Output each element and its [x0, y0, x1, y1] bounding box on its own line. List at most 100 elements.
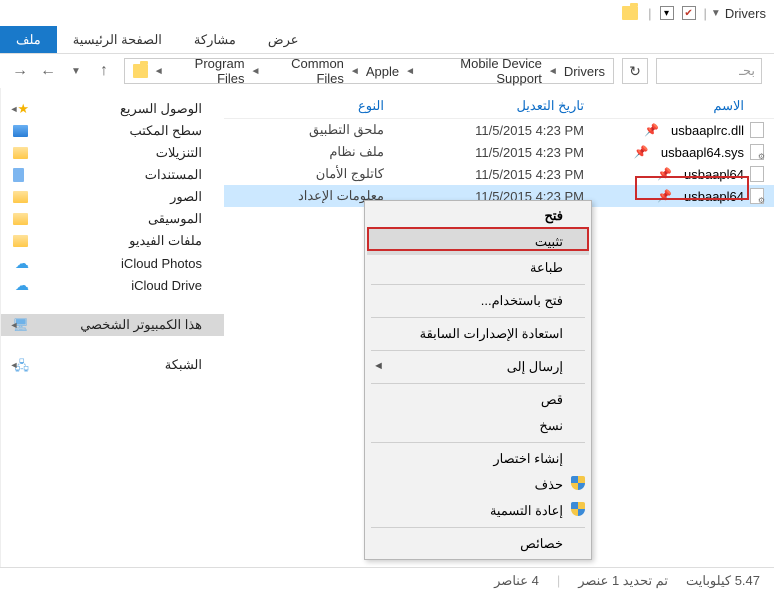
menu-print[interactable]: طباعة [367, 255, 589, 281]
expand-icon[interactable]: ◄ [9, 320, 19, 330]
file-icon [750, 188, 764, 204]
menu-create-shortcut[interactable]: إنشاء اختصار [367, 446, 589, 472]
refresh-button[interactable]: ↻ [622, 58, 648, 84]
context-menu: فتح تثبيت طباعة فتح باستخدام... استعادة … [364, 200, 592, 560]
cloud-icon: ☁ [13, 255, 29, 271]
file-type: ملحق التطبيق [224, 122, 394, 138]
cloud-icon: ☁ [13, 277, 29, 293]
expand-icon[interactable]: ◄ [9, 360, 19, 370]
pin-icon: 📌 [657, 189, 672, 203]
menu-delete[interactable]: حذف [367, 472, 589, 498]
file-row[interactable]: 📌usbaaplrc.dll 11/5/2015 4:23 PM ملحق ال… [224, 119, 774, 141]
column-name[interactable]: الاسم [584, 98, 774, 114]
menu-rename[interactable]: إعادة التسمية [367, 498, 589, 524]
file-date: 11/5/2015 4:23 PM [394, 167, 584, 182]
chevron-down-icon[interactable]: ▼ [711, 8, 721, 19]
menu-properties[interactable]: خصائص [367, 531, 589, 557]
sidebar-videos[interactable]: ملفات الفيديو [1, 230, 224, 252]
menu-send-to[interactable]: إرسال إلى ◄ [367, 354, 589, 380]
sidebar-desktop[interactable]: سطح المكتب [1, 120, 224, 142]
file-row[interactable]: 📌usbaapl64.sys 11/5/2015 4:23 PM ملف نظا… [224, 141, 774, 163]
menu-separator [371, 350, 585, 351]
quickaccess-toggle-1[interactable]: ▾ [660, 6, 674, 20]
breadcrumb[interactable]: ◄ Program Files ◄ Common Files ◄ Apple ◄… [124, 58, 614, 84]
chevron-icon: ◄ [546, 66, 560, 77]
shield-icon [571, 476, 585, 493]
desktop-icon [13, 125, 28, 137]
ribbon-tabs: ملف الصفحة الرئيسية مشاركة عرض [0, 26, 774, 54]
file-name: usbaapl64 [684, 189, 744, 204]
sidebar-quick-access[interactable]: ◄ ★ الوصول السريع [1, 98, 224, 120]
column-headers: الاسم تاريخ التعديل النوع [224, 88, 774, 119]
videos-icon [13, 235, 28, 247]
downloads-icon [13, 147, 28, 159]
pictures-icon [13, 191, 28, 203]
sidebar-documents[interactable]: المستندات [1, 164, 224, 186]
tab-home[interactable]: الصفحة الرئيسية [57, 26, 178, 53]
breadcrumb-part[interactable]: Apple [362, 64, 403, 79]
submenu-arrow-icon: ◄ [373, 360, 384, 372]
column-type[interactable]: النوع [224, 98, 394, 114]
folder-icon [133, 64, 148, 78]
menu-restore-previous[interactable]: استعادة الإصدارات السابقة [367, 321, 589, 347]
history-dropdown[interactable]: ▼ [64, 59, 88, 83]
status-item-count: 4 عناصر [494, 573, 539, 589]
file-name: usbaaplrc.dll [671, 123, 744, 138]
column-date[interactable]: تاريخ التعديل [394, 98, 584, 114]
sidebar-music[interactable]: الموسيقى [1, 208, 224, 230]
menu-separator [371, 284, 585, 285]
pin-icon: 📌 [657, 167, 672, 181]
file-name: usbaapl64.sys [661, 145, 744, 160]
window-title: Drivers [725, 6, 766, 21]
sidebar-icloud-photos[interactable]: ☁ iCloud Photos [1, 252, 224, 274]
sidebar-network[interactable]: ◄ 🖧 الشبكة [1, 354, 224, 376]
navigation-sidebar: ◄ ★ الوصول السريع سطح المكتب التنزيلات ا… [0, 88, 224, 567]
chevron-icon: ◄ [348, 66, 362, 77]
menu-separator [371, 442, 585, 443]
tab-share[interactable]: مشاركة [178, 26, 252, 53]
quickaccess-toggle-2[interactable]: ✔ [682, 6, 696, 20]
file-row[interactable]: 📌 usbaapl64 11/5/2015 4:23 PM كاتلوج الأم… [224, 163, 774, 185]
pin-icon: 📌 [634, 145, 649, 159]
shield-icon [571, 502, 585, 519]
file-list-pane: الاسم تاريخ التعديل النوع 📌usbaaplrc.dll… [224, 88, 774, 567]
music-icon [13, 213, 28, 225]
menu-copy[interactable]: نسخ [367, 413, 589, 439]
file-name: usbaapl64 [684, 167, 744, 182]
navigation-bar: → ← ▼ ↑ ◄ Program Files ◄ Common Files ◄… [0, 54, 774, 88]
forward-button[interactable]: ← [36, 59, 60, 83]
separator: | [557, 573, 560, 588]
sidebar-this-pc[interactable]: ◄ 🖥 هذا الكمبيوتر الشخصي [1, 314, 224, 336]
chevron-icon: ◄ [249, 66, 263, 77]
menu-open-with[interactable]: فتح باستخدام... [367, 288, 589, 314]
sidebar-icloud-drive[interactable]: ☁ iCloud Drive [1, 274, 224, 296]
menu-separator [371, 317, 585, 318]
breadcrumb-part[interactable]: Mobile Device Support [417, 56, 546, 86]
file-date: 11/5/2015 4:23 PM [394, 145, 584, 160]
menu-separator [371, 527, 585, 528]
search-placeholder: بحـ [739, 63, 755, 79]
tab-view[interactable]: عرض [252, 26, 315, 53]
menu-separator [371, 383, 585, 384]
breadcrumb-part[interactable]: Drivers [560, 64, 609, 79]
sidebar-downloads[interactable]: التنزيلات [1, 142, 224, 164]
main-area: ◄ ★ الوصول السريع سطح المكتب التنزيلات ا… [0, 88, 774, 567]
sidebar-pictures[interactable]: الصور [1, 186, 224, 208]
file-icon [750, 166, 764, 182]
file-type: كاتلوج الأمان [224, 166, 394, 182]
menu-install[interactable]: تثبيت [367, 229, 589, 255]
expand-icon[interactable]: ◄ [9, 104, 19, 114]
status-size: 5.47 كيلوبايت [686, 573, 760, 589]
menu-cut[interactable]: قص [367, 387, 589, 413]
back-button[interactable]: → [8, 59, 32, 83]
tab-file[interactable]: ملف [0, 26, 57, 53]
breadcrumb-part[interactable]: Common Files [262, 56, 347, 86]
documents-icon [13, 168, 24, 182]
menu-open[interactable]: فتح [367, 203, 589, 229]
title-bar: | ▾ ✔ | ▼ Drivers [0, 0, 774, 26]
file-icon [750, 122, 764, 138]
search-input[interactable]: بحـ [656, 58, 762, 84]
up-button[interactable]: ↑ [92, 59, 116, 83]
breadcrumb-part[interactable]: Program Files [166, 56, 249, 86]
chevron-icon: ◄ [403, 66, 417, 77]
